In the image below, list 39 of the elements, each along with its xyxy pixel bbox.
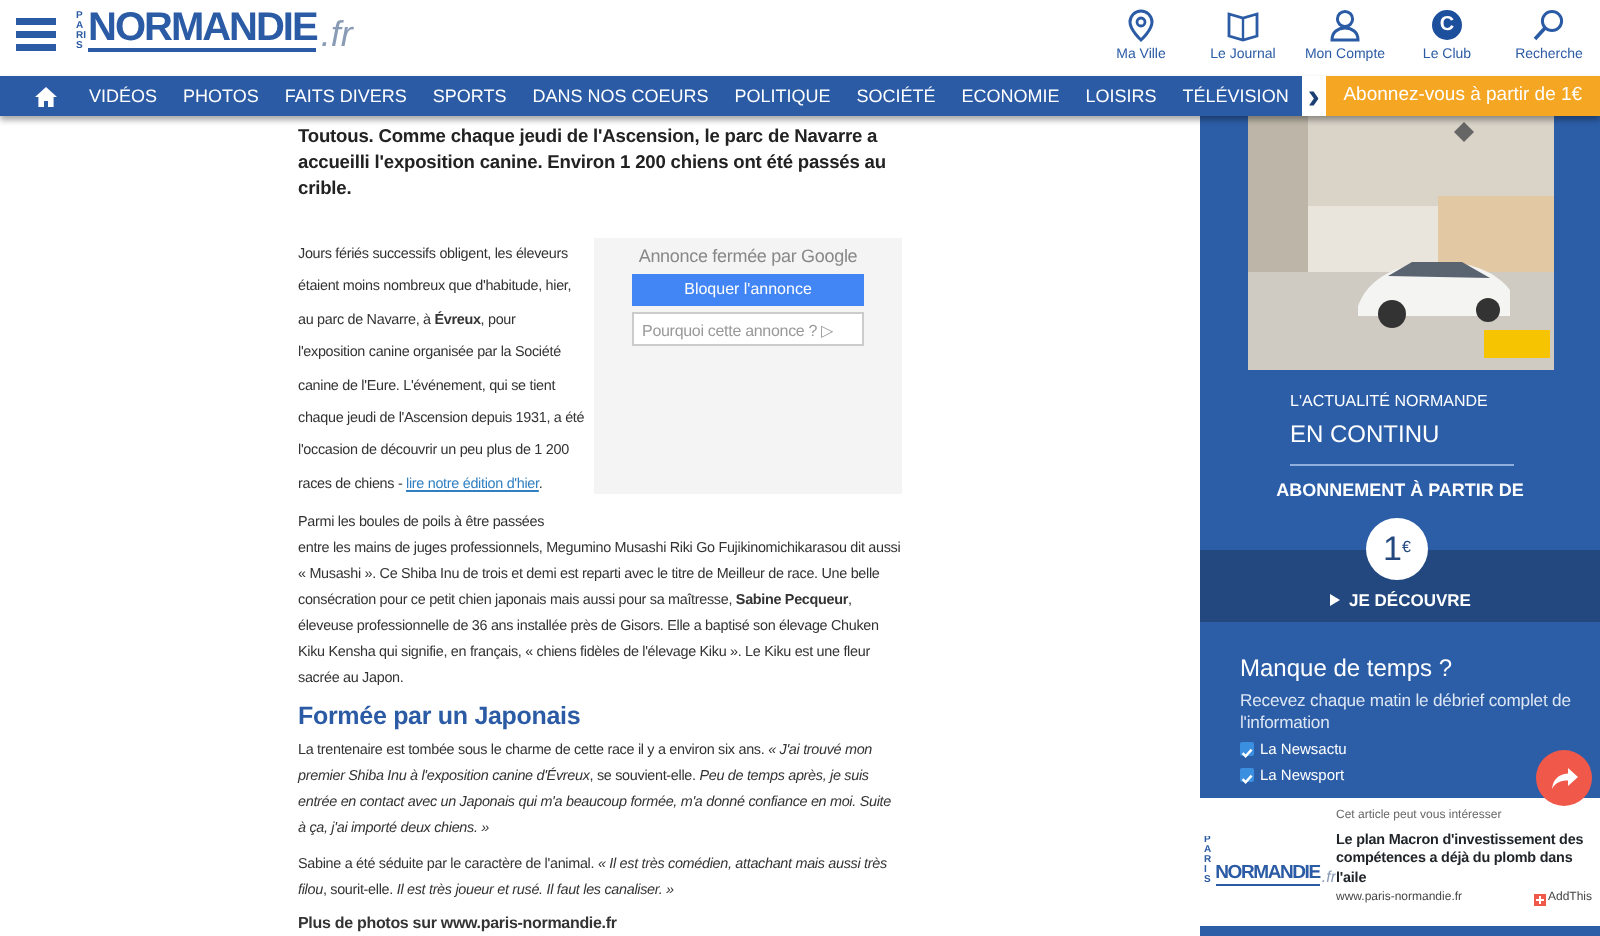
promo-title: EN CONTINU <box>1290 418 1442 452</box>
article-lead: Toutous. Comme chaque jeudi de l'Ascension, le parc de Navarre a accueilli l'exposition canine. Environ 1 200 chiens ont été passés au crible. <box>298 124 888 202</box>
promo-kicker: L'ACTUALITÉ NORMANDE <box>1290 390 1490 414</box>
pin-icon <box>1124 8 1158 42</box>
menu-icon[interactable] <box>16 16 56 52</box>
checkbox[interactable] <box>1240 768 1254 782</box>
nav-link[interactable]: ECONOMIE <box>948 76 1073 116</box>
section-heading: Formée par un Japonais <box>298 700 583 733</box>
block-ad-button[interactable]: Bloquer l'annonce <box>632 274 865 306</box>
promo-offer: ABONNEMENT À PARTIR DE <box>1274 478 1526 504</box>
more-button[interactable]: › <box>1301 76 1326 116</box>
share-icon <box>1551 767 1577 789</box>
nav-link[interactable]: TÉLÉVISION <box>1169 76 1302 116</box>
club-icon: C <box>1432 10 1462 40</box>
photo-credit: Plus de photos sur www.paris-normandie.fr <box>298 912 619 936</box>
logo-wordmark[interactable]: NORMANDIE <box>88 8 317 52</box>
newsletter-title: Manque de temps ? <box>1240 653 1455 681</box>
search-icon <box>1532 8 1566 42</box>
plus-icon <box>1533 893 1546 905</box>
book-icon <box>1226 8 1260 42</box>
nav-link[interactable]: PHOTOS <box>170 76 272 116</box>
ad-closed-title: Annonce fermée par Google <box>636 244 860 270</box>
nav-link[interactable]: VIDÉOS <box>76 76 171 116</box>
logo-wordmark[interactable]: NORMANDIE <box>1215 864 1320 885</box>
nav-link[interactable]: POLITIQUE <box>721 76 844 116</box>
newsletter-text: Recevez chaque matin le débrief complet de l'information <box>1240 689 1573 733</box>
home-icon[interactable] <box>34 85 58 107</box>
nav-link[interactable]: SPORTS <box>419 76 520 116</box>
share-button[interactable] <box>1536 750 1592 806</box>
nav-link[interactable]: FAITS DIVERS <box>271 76 420 116</box>
caret-icon <box>1329 594 1340 607</box>
price-badge: 1$^{€}$ <box>1366 517 1428 579</box>
nav-link[interactable]: SOCIÉTÉ <box>843 76 949 116</box>
nav-link[interactable]: DANS NOS COEURS <box>519 76 722 116</box>
nav-link[interactable]: LOISIRS <box>1072 76 1170 116</box>
checkbox[interactable] <box>1240 742 1254 756</box>
person-icon <box>1328 8 1362 42</box>
logo-suffix: .fr <box>1321 869 1336 885</box>
logo-suffix: .fr <box>320 16 353 52</box>
